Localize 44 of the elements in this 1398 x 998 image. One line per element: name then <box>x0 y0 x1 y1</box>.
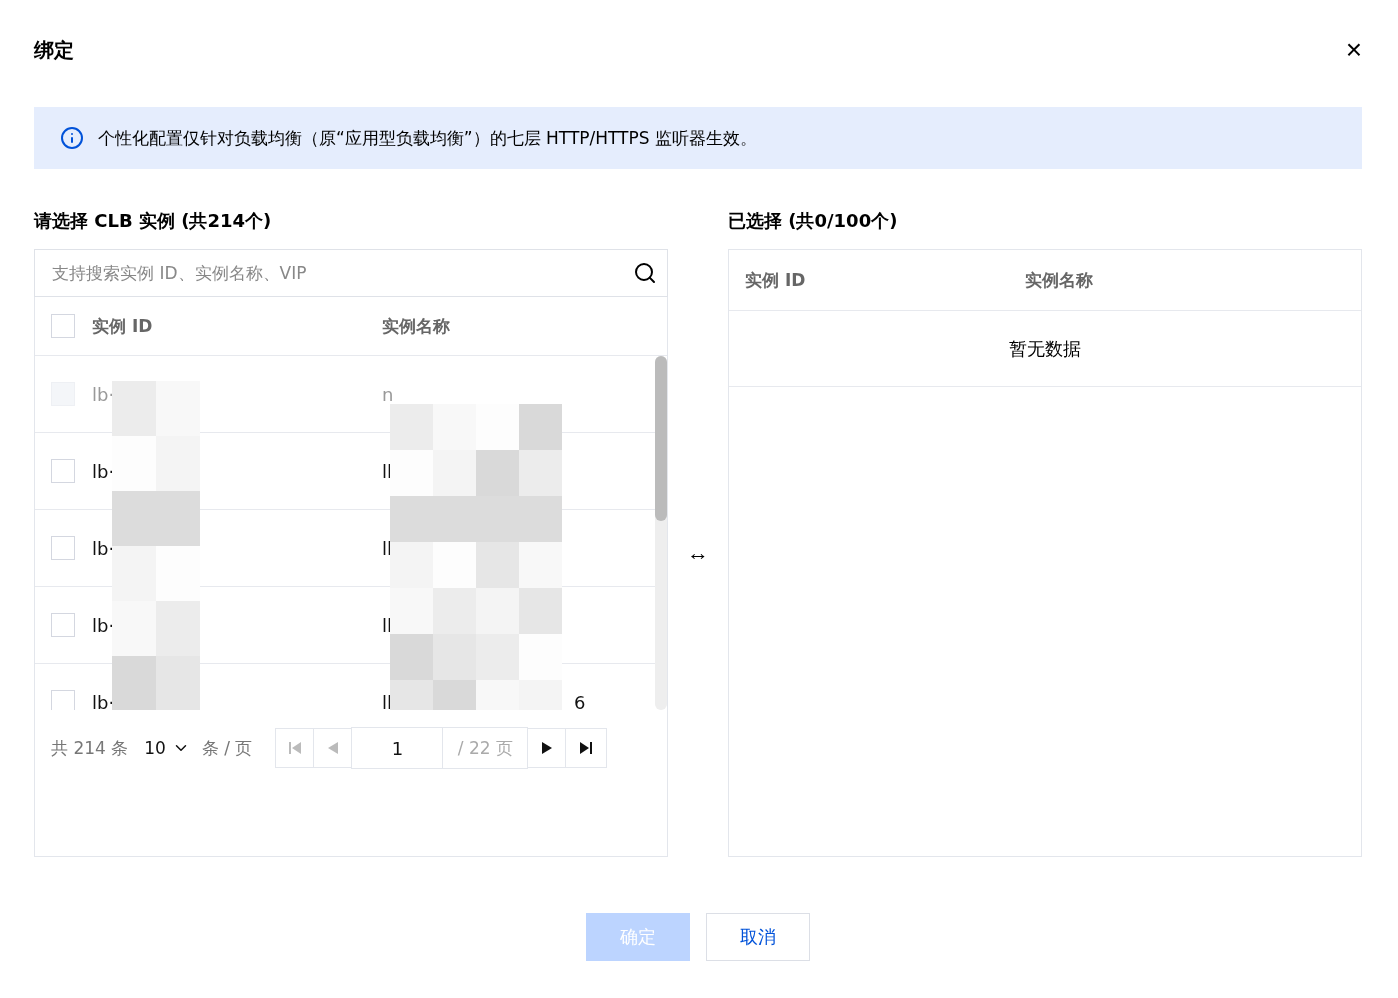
dialog-title: 绑定 <box>34 36 74 64</box>
column-header: 实例名称 <box>1025 268 1093 292</box>
panel-heading: 请选择 CLB 实例 (共214个) <box>34 209 273 233</box>
next-page-button[interactable] <box>527 728 567 768</box>
checkbox[interactable] <box>51 459 75 483</box>
table-cell-text: lb· <box>92 537 116 559</box>
triangle-right-icon <box>541 742 552 754</box>
table-cell: 6 <box>574 691 586 710</box>
first-page-button[interactable] <box>275 728 315 768</box>
empty-text: 暂无数据 <box>1009 336 1081 361</box>
page-input[interactable]: 1 <box>351 727 444 769</box>
checkbox[interactable] <box>51 314 75 338</box>
page-size-select[interactable]: 10 <box>144 738 190 758</box>
search-icon[interactable] <box>633 261 657 285</box>
previous-page-button[interactable] <box>313 728 353 768</box>
scrollbar[interactable] <box>655 356 667 710</box>
skip-end-icon <box>580 742 593 754</box>
table-cell: ll <box>382 691 392 710</box>
per-page-label: 条 / 页 <box>201 736 253 760</box>
panel-heading: 已选择 (共0/100个) <box>728 209 899 233</box>
table-cell-text: lb· <box>92 614 116 636</box>
notice-text: 个性化配置仅针对负载均衡（原“应用型负载均衡”）的七层 HTTP/HTTPS 监听器生效。 <box>98 126 757 150</box>
triangle-left-icon <box>327 742 338 754</box>
column-header: 实例名称 <box>382 314 450 338</box>
table-cell-text: lb· <box>92 460 116 482</box>
table-cell: ll <box>382 614 392 636</box>
checkbox[interactable] <box>51 613 75 637</box>
search-field[interactable]: 支持搜索实例 ID、实例名称、VIP <box>34 249 668 297</box>
table-cell-text: lb· <box>92 691 116 710</box>
total-count: 共 214 条 <box>51 736 129 760</box>
checkbox[interactable] <box>51 536 75 560</box>
transfer-button[interactable]: ↔ <box>687 540 709 566</box>
checkbox[interactable] <box>51 690 75 710</box>
table-cell: n <box>382 383 394 405</box>
table-cell: ll <box>382 537 392 559</box>
column-header: 实例 ID <box>745 268 807 292</box>
last-page-button[interactable] <box>565 728 608 768</box>
column-header: 实例 ID <box>92 314 154 338</box>
info-icon <box>60 126 84 150</box>
close-button[interactable]: × <box>1345 34 1362 66</box>
table-cell: ll <box>382 460 392 482</box>
skip-start-icon <box>288 742 301 754</box>
cancel-button[interactable]: 取消 <box>706 913 810 961</box>
table-cell-text: lb· <box>92 383 116 405</box>
